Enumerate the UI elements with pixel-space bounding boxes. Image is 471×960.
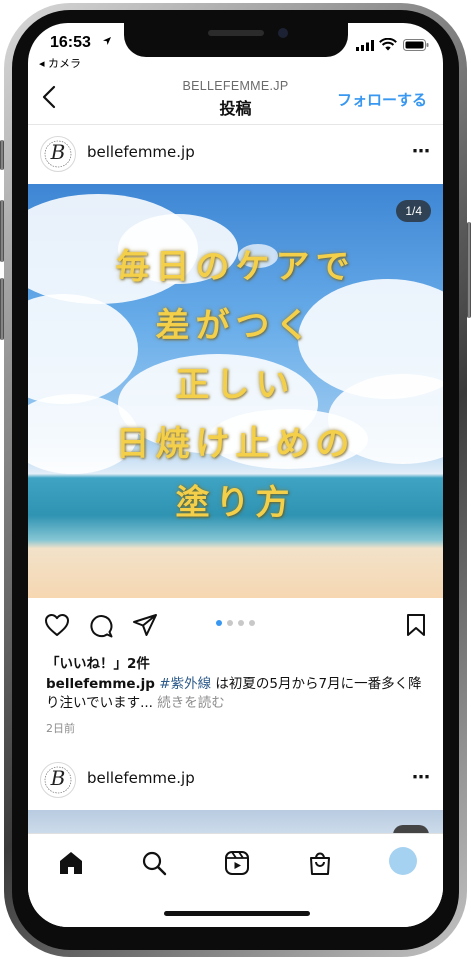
next-post-username[interactable]: bellefemme.jp	[87, 769, 195, 787]
status-time: 16:53	[50, 34, 91, 51]
shopping-bag-icon[interactable]	[307, 850, 333, 876]
volume-down-button	[0, 278, 4, 340]
volume-up-button	[0, 200, 4, 262]
post-caption: bellefemme.jp #紫外線 は初夏の5月から7月に一番多く降り注いでい…	[46, 675, 431, 713]
header-divider	[28, 124, 443, 125]
caption-hashtag[interactable]: #紫外線	[159, 676, 211, 692]
phone-frame: 16:53 ◂ カメラ BELLEFEMME.JP 投稿 フォローする B be…	[0, 0, 471, 960]
heart-icon[interactable]	[44, 613, 70, 637]
home-indicator[interactable]	[164, 911, 310, 916]
page-indicator-badge: 1/4	[396, 200, 431, 222]
speaker	[208, 30, 264, 36]
back-to-camera-link[interactable]: ◂ カメラ	[39, 55, 81, 71]
reels-icon[interactable]	[224, 850, 250, 876]
carousel-dot	[238, 620, 244, 626]
follow-button[interactable]: フォローする	[337, 89, 427, 110]
location-arrow-icon	[103, 37, 111, 45]
avatar-letter: B	[50, 766, 66, 790]
avatar-letter: B	[50, 140, 66, 164]
power-button	[467, 222, 471, 318]
post-username[interactable]: bellefemme.jp	[87, 143, 195, 161]
screen: 16:53 ◂ カメラ BELLEFEMME.JP 投稿 フォローする B be…	[28, 23, 443, 927]
silent-switch	[0, 140, 4, 170]
image-text-line-3: 正しい	[175, 365, 296, 405]
battery-icon	[403, 39, 429, 51]
paper-plane-icon[interactable]	[132, 613, 158, 637]
carousel-dot	[227, 620, 233, 626]
read-more-link[interactable]: 続きを読む	[153, 695, 225, 711]
post-date: 2日前	[46, 722, 75, 735]
profile-avatar-icon[interactable]	[389, 847, 417, 875]
carousel-dot	[249, 620, 255, 626]
search-icon[interactable]	[141, 850, 167, 876]
caption-username[interactable]: bellefemme.jp	[46, 676, 155, 692]
cellular-signal-icon	[356, 40, 374, 51]
image-text-line-2: 差がつく	[155, 306, 316, 346]
next-post-more-icon[interactable]: ⋯	[412, 767, 431, 788]
bookmark-icon[interactable]	[406, 613, 426, 637]
next-post-avatar[interactable]: B	[40, 762, 76, 798]
post-avatar[interactable]: B	[40, 136, 76, 172]
comment-icon[interactable]	[88, 613, 114, 639]
wifi-icon	[379, 38, 397, 51]
post-image[interactable]: 1/4 毎日のケアで 差がつく 正しい 日焼け止めの 塗り方	[28, 184, 443, 598]
image-text-line-1: 毎日のケアで	[115, 247, 356, 287]
likes-count[interactable]: 「いいね！」2件	[46, 652, 150, 672]
front-camera	[278, 28, 288, 38]
image-text-line-4: 日焼け止めの	[115, 424, 356, 464]
more-options-icon[interactable]: ⋯	[412, 141, 431, 162]
notch	[124, 23, 348, 57]
carousel-dot-active	[216, 620, 222, 626]
home-icon[interactable]	[58, 850, 84, 876]
image-text-line-5: 塗り方	[175, 483, 296, 523]
